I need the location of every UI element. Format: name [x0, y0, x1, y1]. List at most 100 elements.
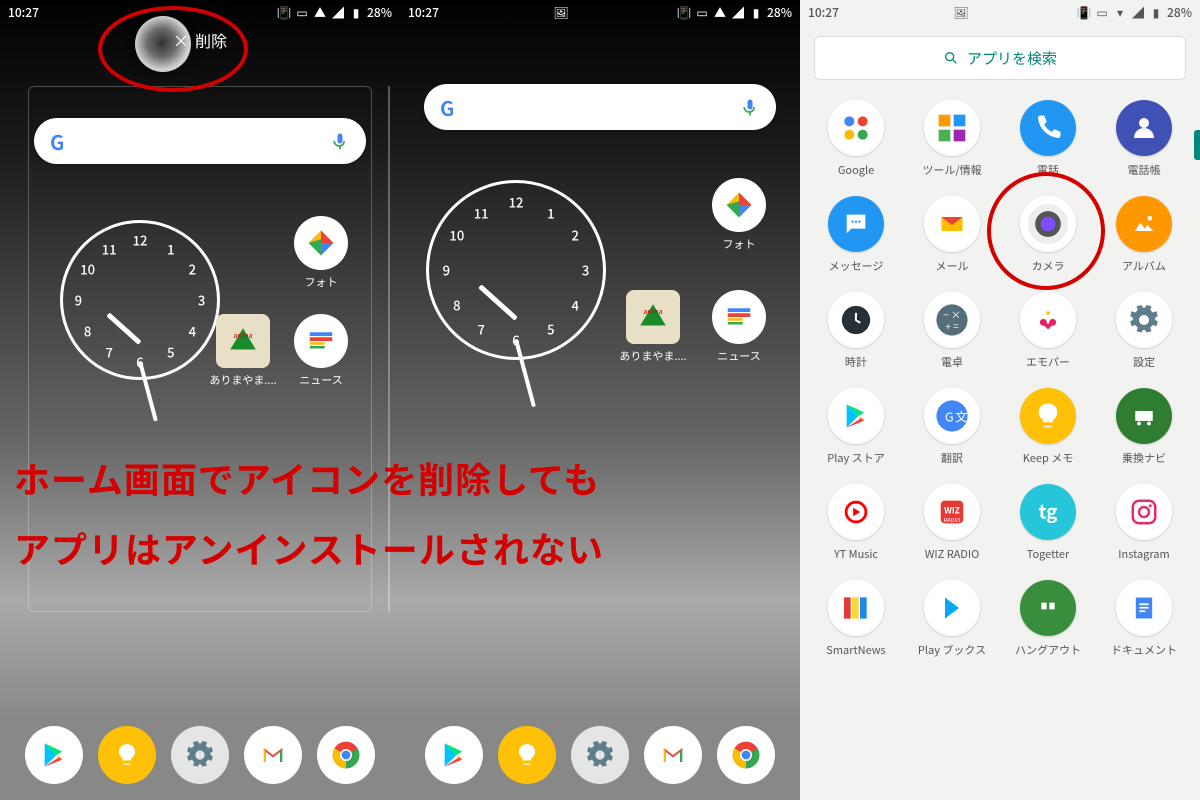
dock-chrome-icon[interactable] — [717, 726, 775, 784]
app-photos[interactable]: フォト — [286, 216, 356, 290]
minute-hand — [514, 339, 536, 407]
mail-icon — [924, 196, 980, 252]
emopar-label: エモパー — [1026, 354, 1070, 370]
drawer-app-mail[interactable]: メール — [906, 190, 998, 280]
docs-label: ドキュメント — [1111, 642, 1177, 658]
drawer-app-keep[interactable]: Keep メモ — [1002, 382, 1094, 472]
drawer-app-wizradio[interactable]: WIZRADIOWIZ RADIO — [906, 478, 998, 568]
mic-icon[interactable] — [740, 97, 760, 117]
signal-icon: ◢ — [1131, 5, 1145, 19]
news-label: ニュース — [299, 372, 342, 388]
calculator-icon: − ×+ = — [924, 292, 980, 348]
status-icons-right: 📳 ▭ ▲ ◢ ▮ 28% — [277, 4, 392, 21]
dock-settings-icon[interactable] — [171, 726, 229, 784]
hour-hand — [106, 312, 141, 345]
battery-icon: ▮ — [749, 5, 763, 19]
analog-clock-widget[interactable]: 12 3 6 9 1 2 4 5 7 8 10 11 — [60, 220, 220, 380]
tools-icon — [924, 100, 980, 156]
dock-keep-icon[interactable] — [498, 726, 556, 784]
screenshot-panel-1: 10:27 📳 ▭ ▲ ◢ ▮ 28% × 削除 G 12 3 6 9 1 2 … — [0, 0, 400, 800]
vibrate-icon: 📳 — [677, 5, 691, 19]
drawer-app-instagram[interactable]: Instagram — [1098, 478, 1190, 568]
dock-play-store-icon[interactable] — [425, 726, 483, 784]
drawer-app-google[interactable]: Google — [810, 94, 902, 184]
signal-icon: ◢ — [731, 5, 745, 19]
drawer-app-phone[interactable]: 電話 — [1002, 94, 1094, 184]
screenshot-icon: 🖼 — [953, 4, 968, 21]
dock-gmail-icon[interactable] — [244, 726, 302, 784]
dock-gmail-icon[interactable] — [644, 726, 702, 784]
screenshot-panel-2: 10:27 🖼 📳 ▭ ▲ ◢ ▮ 28% G 12 3 6 9 1 2 4 5… — [400, 0, 800, 800]
news-icon — [712, 290, 766, 344]
drawer-app-playstore[interactable]: Play ストア — [810, 382, 902, 472]
home-dock — [400, 726, 800, 784]
google-search-bar[interactable]: G — [424, 84, 776, 130]
hangouts-icon — [1020, 580, 1076, 636]
status-icons-right: 📳 ▭ ▾ ◢ ▮ 28% — [1077, 4, 1192, 21]
settings-label: 設定 — [1133, 354, 1155, 370]
screenshot-icon: 🖼 — [553, 4, 568, 21]
keep-label: Keep メモ — [1023, 450, 1073, 466]
analog-clock-widget[interactable]: 12 3 6 9 1 2 4 5 7 8 10 11 — [426, 180, 606, 360]
drawer-app-clock[interactable]: 時計 — [810, 286, 902, 376]
drawer-app-album[interactable]: アルバム — [1098, 190, 1190, 280]
status-time: 10:27 — [408, 4, 439, 21]
drawer-app-togetter[interactable]: tgTogetter — [1002, 478, 1094, 568]
smartnews-label: SmartNews — [826, 642, 885, 658]
keep-icon — [1020, 388, 1076, 444]
ytmusic-icon — [828, 484, 884, 540]
docs-icon — [1116, 580, 1172, 636]
app-news[interactable]: ニュース — [704, 290, 774, 364]
app-photos[interactable]: フォト — [704, 178, 774, 252]
battery-icon: ▮ — [349, 5, 363, 19]
hangouts-label: ハングアウト — [1015, 642, 1081, 658]
wifi-icon: ▲ — [713, 5, 727, 19]
dock-settings-icon[interactable] — [571, 726, 629, 784]
phone-icon — [1020, 100, 1076, 156]
emopar-icon — [1020, 292, 1076, 348]
contacts-label: 電話帳 — [1128, 162, 1161, 178]
dock-play-store-icon[interactable] — [25, 726, 83, 784]
arima-label: ありまやま.... — [619, 348, 686, 364]
svg-text:文: 文 — [955, 407, 968, 426]
drawer-app-transit[interactable]: 乗換ナビ — [1098, 382, 1190, 472]
battery-percent: 28% — [1167, 4, 1192, 21]
status-bar: 10:27 🖼 📳 ▭ ▲ ◢ ▮ 28% — [400, 0, 800, 24]
status-bar: 10:27 🖼 📳 ▭ ▾ ◢ ▮ 28% — [800, 0, 1200, 24]
drawer-app-ytmusic[interactable]: YT Music — [810, 478, 902, 568]
tools-label: ツール/情報 — [922, 162, 981, 178]
drawer-app-calculator[interactable]: − ×+ =電卓 — [906, 286, 998, 376]
drawer-app-playbooks[interactable]: Play ブックス — [906, 574, 998, 664]
drawer-app-smartnews[interactable]: SmartNews — [810, 574, 902, 664]
scroll-indicator[interactable] — [1194, 130, 1200, 160]
drawer-app-contacts[interactable]: 電話帳 — [1098, 94, 1190, 184]
smartnews-icon — [828, 580, 884, 636]
arima-icon: arima — [626, 290, 680, 344]
app-arima[interactable]: arima ありまやま.... — [618, 290, 688, 364]
playbooks-icon — [924, 580, 980, 636]
vibrate-icon: 📳 — [1077, 5, 1091, 19]
drawer-app-settings[interactable]: 設定 — [1098, 286, 1190, 376]
ytmusic-label: YT Music — [834, 546, 878, 562]
app-news[interactable]: ニュース — [286, 314, 356, 388]
album-label: アルバム — [1122, 258, 1166, 274]
drawer-app-messages[interactable]: メッセージ — [810, 190, 902, 280]
annotation-circle-delete — [98, 6, 248, 92]
news-icon — [294, 314, 348, 368]
annotation-circle-camera — [987, 172, 1105, 290]
vr-icon: ▭ — [295, 5, 309, 19]
app-drawer-search[interactable]: アプリを検索 — [814, 36, 1186, 80]
search-icon — [943, 50, 959, 66]
drawer-app-translate[interactable]: G文翻訳 — [906, 382, 998, 472]
vr-icon: ▭ — [1095, 5, 1109, 19]
clock-icon — [828, 292, 884, 348]
app-arima[interactable]: arima ありまやま.... — [208, 314, 278, 388]
drawer-app-emopar[interactable]: エモパー — [1002, 286, 1094, 376]
drawer-app-hangouts[interactable]: ハングアウト — [1002, 574, 1094, 664]
drawer-app-docs[interactable]: ドキュメント — [1098, 574, 1190, 664]
dock-keep-icon[interactable] — [98, 726, 156, 784]
hour-hand — [478, 284, 518, 320]
news-label: ニュース — [717, 348, 760, 364]
drawer-app-tools[interactable]: ツール/情報 — [906, 94, 998, 184]
dock-chrome-icon[interactable] — [317, 726, 375, 784]
